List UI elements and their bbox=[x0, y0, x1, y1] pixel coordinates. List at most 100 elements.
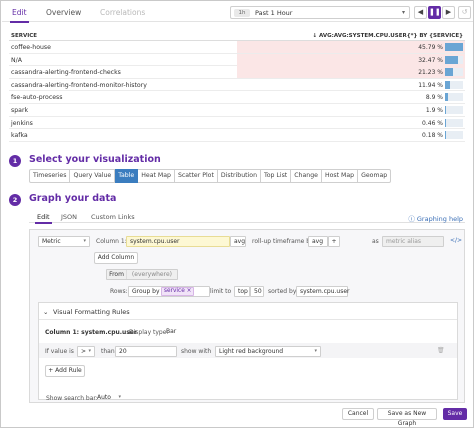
value-bar-fill bbox=[445, 131, 446, 140]
limit-to-label: limit to bbox=[210, 288, 232, 295]
value-bar-fill bbox=[445, 55, 458, 64]
column-header-value[interactable]: ↓ AVG:AVG:SYSTEM.CPU.USER{*} BY {SERVICE… bbox=[312, 33, 463, 39]
graph-tab-json[interactable]: JSON bbox=[61, 213, 77, 221]
trash-icon[interactable]: 🗑 bbox=[437, 347, 445, 354]
collapse-icon[interactable]: ⌄ bbox=[43, 308, 48, 316]
tab-overview[interactable]: Overview bbox=[46, 8, 81, 17]
add-function-button[interactable]: + bbox=[328, 236, 340, 247]
value-bar-fill bbox=[445, 105, 446, 114]
table-row[interactable]: spark 1.9 % bbox=[9, 104, 465, 117]
widget-editor: Edit Overview Correlations 1h Past 1 Hou… bbox=[0, 0, 474, 428]
chevron-down-icon: ▾ bbox=[88, 348, 91, 354]
service-value: 0.18 % bbox=[422, 132, 443, 140]
viz-tab-query-value[interactable]: Query Value bbox=[70, 169, 116, 183]
rollup-aggregation-select[interactable]: avg bbox=[308, 236, 328, 247]
pause-icon[interactable]: ❚❚ bbox=[428, 6, 441, 19]
help-icon: ⓘ bbox=[408, 215, 417, 223]
value-bar bbox=[445, 68, 463, 77]
column-header-service[interactable]: SERVICE bbox=[11, 33, 37, 39]
table-row[interactable]: N/A 32.47 % bbox=[9, 53, 465, 67]
chevron-down-icon: ▾ bbox=[314, 348, 317, 354]
divider bbox=[39, 319, 457, 320]
next-icon[interactable]: ▶ bbox=[442, 6, 455, 19]
rollup-label: roll-up timeframe by bbox=[252, 238, 314, 245]
display-type-select[interactable]: Bar bbox=[163, 327, 187, 338]
service-name: coffee-house bbox=[11, 44, 51, 51]
prev-icon[interactable]: ◀ bbox=[414, 6, 427, 19]
service-table: SERVICE ↓ AVG:AVG:SYSTEM.CPU.USER{*} BY … bbox=[9, 31, 465, 142]
table-row[interactable]: cassandra-alerting-frontend-monitor-hist… bbox=[9, 79, 465, 92]
time-picker[interactable]: 1h Past 1 Hour ▾ bbox=[230, 6, 410, 19]
from-scope-input[interactable]: (everywhere) bbox=[129, 271, 172, 278]
sort-metric-select[interactable]: system.cpu.user bbox=[296, 286, 350, 297]
search-bar-select[interactable]: Auto ▾ bbox=[94, 393, 124, 404]
viz-tab-table[interactable]: Table bbox=[115, 169, 139, 183]
table-row[interactable]: cassandra-alerting-frontend-checks 21.23 … bbox=[9, 66, 465, 79]
query-type-select[interactable]: Metric ▾ bbox=[38, 236, 90, 247]
service-value: 11.94 % bbox=[418, 81, 443, 89]
metric-alias-input[interactable]: metric alias bbox=[382, 236, 444, 247]
viz-tab-top-list[interactable]: Top List bbox=[261, 169, 292, 183]
from-label: From bbox=[107, 270, 127, 279]
show-with-label: show with bbox=[181, 348, 212, 355]
table-row[interactable]: jenkins 0.46 % bbox=[9, 117, 465, 130]
threshold-input[interactable]: 20 bbox=[115, 346, 177, 357]
step-number-2: 2 bbox=[9, 194, 21, 206]
add-column-button[interactable]: Add Column bbox=[94, 252, 138, 264]
viz-tab-timeseries[interactable]: Timeseries bbox=[29, 169, 71, 183]
column-label: Column 1: bbox=[96, 238, 127, 245]
metric-input[interactable]: system.cpu.user bbox=[126, 236, 230, 247]
comparator-select[interactable]: > ▾ bbox=[77, 346, 95, 357]
value-bar bbox=[445, 93, 463, 102]
vfr-title[interactable]: Visual Formatting Rules bbox=[53, 308, 130, 316]
visualization-selector: Timeseries Query Value Table Heat Map Scatte… bbox=[29, 169, 392, 183]
viz-tab-heat-map[interactable]: Heat Map bbox=[138, 169, 175, 183]
graph-tabs: Edit JSON Custom Links ⓘ Graphing help bbox=[29, 211, 465, 224]
tab-edit[interactable]: Edit bbox=[10, 8, 29, 23]
service-name: spark bbox=[11, 106, 29, 114]
table-row[interactable]: coffee-house 45.79 % bbox=[9, 41, 465, 54]
remove-tag-icon[interactable]: × bbox=[187, 288, 192, 294]
save-as-new-graph-button[interactable]: Save as New Graph bbox=[377, 408, 437, 427]
reset-icon[interactable]: ↺ bbox=[458, 6, 471, 19]
graph-tab-edit[interactable]: Edit bbox=[35, 213, 52, 224]
graph-tab-custom-links[interactable]: Custom Links bbox=[91, 213, 135, 221]
editor-header: Edit Overview Correlations 1h Past 1 Hou… bbox=[2, 2, 473, 23]
viz-tab-host-map[interactable]: Host Map bbox=[321, 169, 359, 183]
limit-direction-select[interactable]: top bbox=[234, 286, 250, 297]
value-bar-fill bbox=[445, 43, 463, 51]
service-value: 21.23 % bbox=[418, 69, 443, 77]
rows-label: Rows: bbox=[110, 288, 128, 295]
viz-tab-change[interactable]: Change bbox=[291, 169, 322, 183]
chevron-down-icon: ▾ bbox=[118, 394, 121, 400]
service-value: 0.46 % bbox=[422, 119, 443, 127]
service-value: 1.9 % bbox=[425, 106, 443, 114]
sorted-by-label: sorted by bbox=[268, 288, 297, 295]
code-icon[interactable]: </> bbox=[450, 237, 462, 244]
service-value: 32.47 % bbox=[418, 56, 443, 64]
save-button[interactable]: Save bbox=[443, 408, 467, 420]
aggregation-select[interactable]: avg bbox=[230, 236, 246, 247]
step-title-graph: Graph your data bbox=[29, 193, 117, 204]
value-bar bbox=[445, 118, 463, 127]
value-bar-fill bbox=[445, 80, 450, 89]
format-select[interactable]: Light red background ▾ bbox=[215, 346, 321, 357]
table-row[interactable]: fse-auto-process 8.9 % bbox=[9, 91, 465, 104]
graphing-help-link[interactable]: ⓘ Graphing help bbox=[408, 213, 463, 223]
if-value-label: If value is bbox=[45, 348, 74, 355]
table-row[interactable]: kafka 0.18 % bbox=[9, 129, 465, 142]
viz-tab-scatter-plot[interactable]: Scatter Plot bbox=[174, 169, 218, 183]
step-number-1: 1 bbox=[9, 155, 21, 167]
limit-input[interactable]: 50 bbox=[250, 286, 264, 297]
service-name: N/A bbox=[11, 56, 22, 64]
cancel-button[interactable]: Cancel bbox=[342, 408, 374, 420]
service-value: 45.79 % bbox=[418, 44, 443, 51]
chevron-down-icon: ▾ bbox=[83, 238, 86, 244]
add-rule-button[interactable]: + Add Rule bbox=[45, 365, 85, 377]
value-bar bbox=[445, 131, 463, 140]
viz-tab-geomap[interactable]: Geomap bbox=[358, 169, 392, 183]
viz-tab-distribution[interactable]: Distribution bbox=[217, 169, 261, 183]
service-name: fse-auto-process bbox=[11, 94, 63, 102]
group-by-tag[interactable]: service × bbox=[161, 287, 195, 296]
value-bar bbox=[445, 80, 463, 89]
